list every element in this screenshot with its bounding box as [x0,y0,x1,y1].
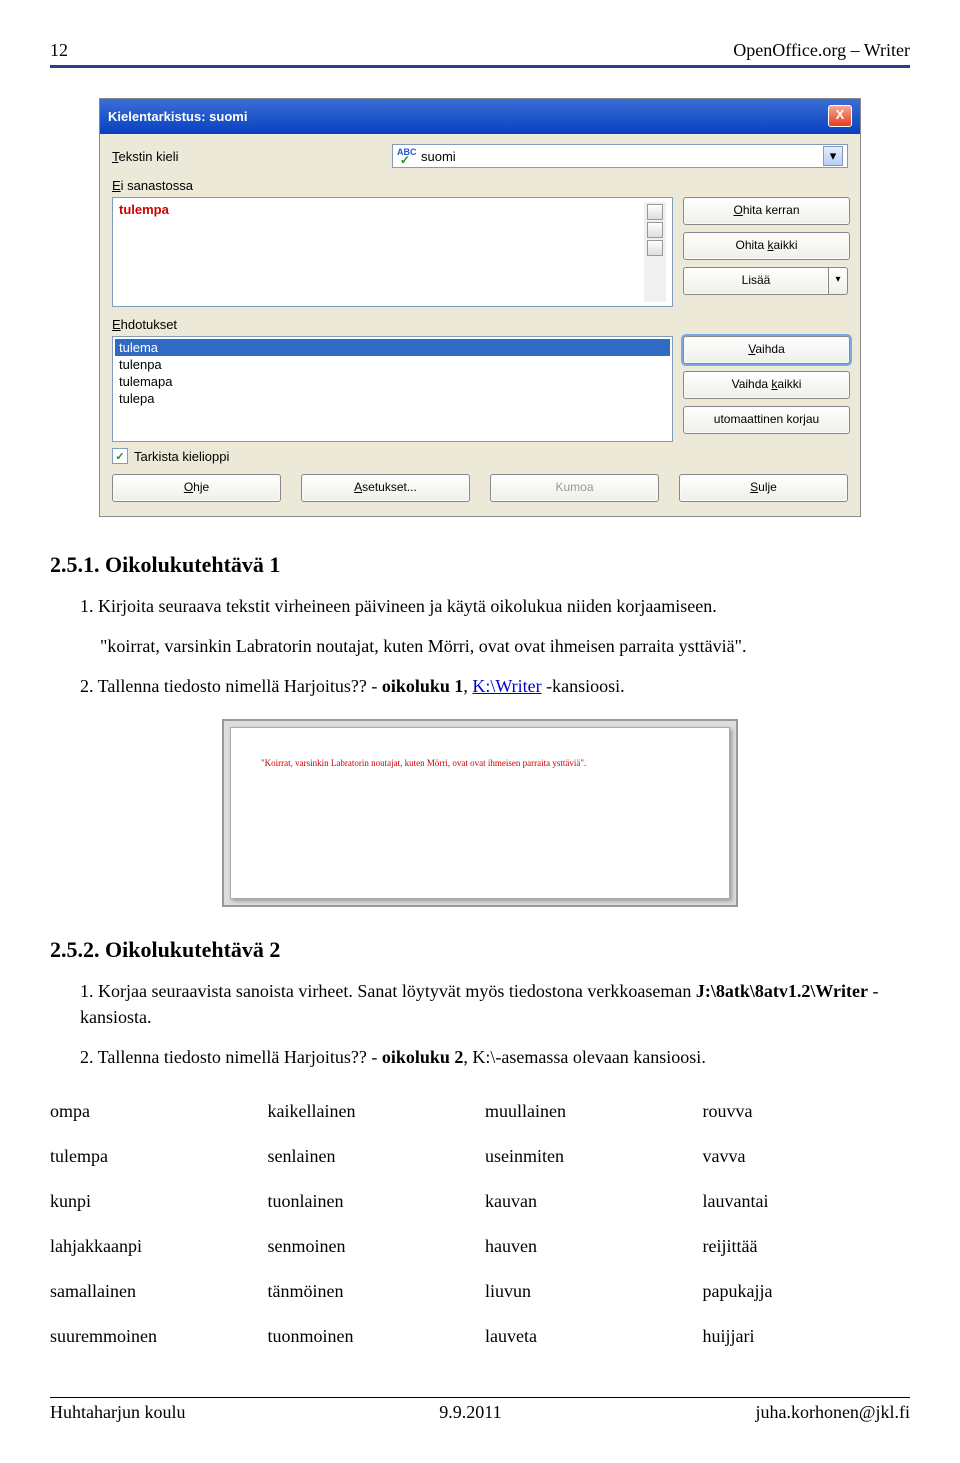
language-dropdown[interactable]: suomi ▾ [392,144,848,168]
change-button[interactable]: Vaihda [683,336,850,364]
ignore-once-button[interactable]: Ohita kerran [683,197,850,225]
scroll-down-icon[interactable] [647,240,663,256]
suggestions-listbox[interactable]: tulema tulenpa tulemapa tulepa [112,336,673,442]
dialog-titlebar[interactable]: Kielentarkistus: suomi X [100,99,860,134]
quote-text: "koirrat, varsinkin Labratorin noutajat,… [80,633,910,659]
table-cell: kauvan [485,1191,693,1212]
table-cell: papukajja [703,1281,911,1302]
help-button[interactable]: Ohje [112,474,281,502]
page-footer: Huhtaharjun koulu 9.9.2011 juha.korhonen… [50,1397,910,1423]
close-button[interactable]: X [828,105,852,127]
document-preview: "Koirrat, varsinkin Labratorin noutajat,… [222,719,738,907]
options-button[interactable]: Asetukset... [301,474,470,502]
list-item[interactable]: tulemapa [115,373,670,390]
spellcheck-icon [397,149,415,163]
suggestions-label: Ehdotukset [112,317,848,332]
change-all-button[interactable]: Vaihda kaikki [683,371,850,399]
add-dropdown-icon[interactable]: ▾ [829,267,848,295]
task-item: 2. Tallenna tiedosto nimellä Harjoitus??… [80,1044,910,1070]
table-cell: muullainen [485,1101,693,1122]
table-cell: vavva [703,1146,911,1167]
dialog-title: Kielentarkistus: suomi [108,109,247,124]
link-kwriter[interactable]: K:\Writer [472,676,541,696]
table-cell: senlainen [268,1146,476,1167]
table-cell: liuvun [485,1281,693,1302]
table-cell: lahjakkaanpi [50,1236,258,1257]
document-title: OpenOffice.org – Writer [733,40,910,61]
not-in-dictionary-label: Ei sanastossa [112,178,848,193]
task-item: 1. Korjaa seuraavista sanoista virheet. … [80,978,910,1030]
chevron-down-icon[interactable]: ▾ [823,146,843,166]
footer-center: 9.9.2011 [439,1402,501,1423]
error-context-box[interactable]: tulempa [112,197,673,307]
table-cell: samallainen [50,1281,258,1302]
undo-button[interactable]: Kumoa [490,474,659,502]
table-cell: tulempa [50,1146,258,1167]
close-dialog-button[interactable]: Sulje [679,474,848,502]
list-item[interactable]: tulema [115,339,670,356]
section-title-1: 2.5.1. Oikolukutehtävä 1 [50,552,910,578]
check-grammar-checkbox[interactable]: ✓ [112,448,128,464]
task-item: 2. Tallenna tiedosto nimellä Harjoitus??… [80,673,910,699]
table-cell: reijittää [703,1236,911,1257]
footer-right: juha.korhonen@jkl.fi [755,1402,910,1423]
table-cell: tuonmoinen [268,1326,476,1347]
table-cell: ompa [50,1101,258,1122]
page-number: 12 [50,40,68,61]
table-cell: tuonlainen [268,1191,476,1212]
page-header: 12 OpenOffice.org – Writer [50,40,910,68]
table-cell: senmoinen [268,1236,476,1257]
table-cell: huijjari [703,1326,911,1347]
scroll-up-icon[interactable] [647,204,663,220]
check-grammar-label: Tarkista kielioppi [134,449,229,464]
footer-left: Huhtaharjun koulu [50,1402,185,1423]
list-item[interactable]: tulepa [115,390,670,407]
autocorrect-button[interactable]: utomaattinen korjau [683,406,850,434]
text-language-label: Tekstin kieli [112,149,392,164]
table-cell: lauveta [485,1326,693,1347]
add-button[interactable]: Lisää [683,267,829,295]
table-cell: rouvva [703,1101,911,1122]
table-cell: hauven [485,1236,693,1257]
table-cell: useinmiten [485,1146,693,1167]
scrollbar[interactable] [644,202,666,302]
table-cell: kunpi [50,1191,258,1212]
spellcheck-dialog: Kielentarkistus: suomi X Tekstin kieli s… [99,98,861,517]
table-cell: tänmöinen [268,1281,476,1302]
section-title-2: 2.5.2. Oikolukutehtävä 2 [50,937,910,963]
list-item[interactable]: tulenpa [115,356,670,373]
ignore-all-button[interactable]: Ohita kaikki [683,232,850,260]
task-item: 1. Kirjoita seuraava tekstit virheineen … [80,593,910,619]
scroll-thumb[interactable] [647,222,663,238]
table-cell: lauvantai [703,1191,911,1212]
preview-text: "Koirrat, varsinkin Labratorin noutajat,… [261,758,699,768]
language-value: suomi [421,149,456,164]
table-cell: kaikellainen [268,1101,476,1122]
word-table: ompa kaikellainen muullainen rouvva tule… [50,1101,910,1347]
table-cell: suuremmoinen [50,1326,258,1347]
error-word: tulempa [119,202,169,217]
